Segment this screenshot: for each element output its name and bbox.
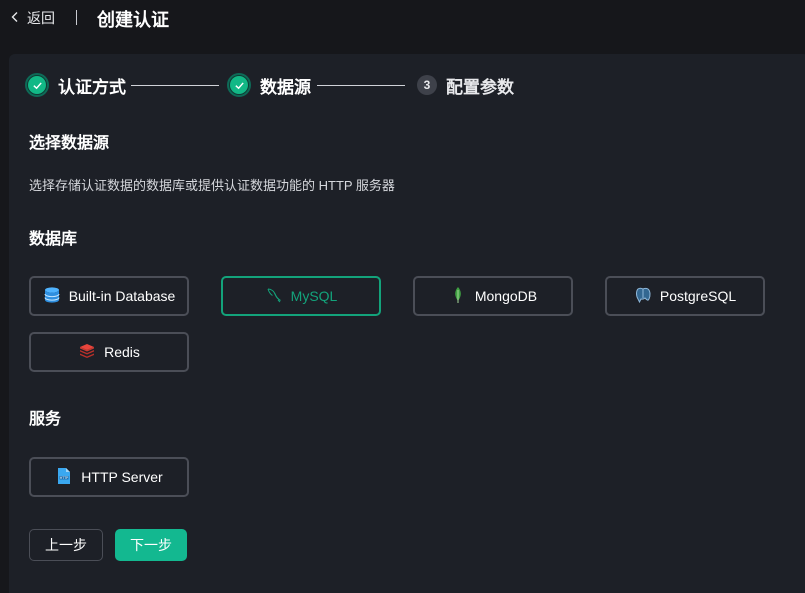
stepper: 认证方式 数据源 3 配置参数: [9, 54, 805, 118]
step-label: 数据源: [260, 77, 311, 97]
mysql-dolphin-icon: [265, 286, 283, 307]
card-label: MongoDB: [474, 288, 538, 304]
header-divider: [76, 10, 77, 25]
card-label: PostgreSQL: [659, 288, 737, 304]
postgresql-elephant-icon: [634, 286, 652, 307]
top-bar: 返回 创建认证: [0, 0, 805, 38]
datasource-builtin-database[interactable]: Built-in Database: [29, 276, 189, 316]
step-label: 配置参数: [446, 77, 514, 97]
database-icon: [43, 286, 61, 307]
mongodb-leaf-icon: [449, 286, 467, 307]
datasource-mysql[interactable]: MySQL: [221, 276, 381, 316]
datasource-redis[interactable]: Redis: [29, 332, 189, 372]
section-title: 选择数据源: [29, 135, 110, 152]
datasource-postgresql[interactable]: PostgreSQL: [605, 276, 765, 316]
datasource-http-server[interactable]: HTTP HTTP Server: [29, 457, 189, 497]
prev-step-button[interactable]: 上一步: [29, 529, 103, 561]
main-panel: 认证方式 数据源 3 配置参数 选择数据源 选择存储认证数据的数据库或提供认证数…: [9, 54, 805, 593]
step-connector: [131, 85, 219, 86]
datasource-mongodb[interactable]: MongoDB: [413, 276, 573, 316]
step-connector: [317, 85, 405, 86]
step-auth-method: 认证方式: [25, 73, 126, 97]
card-label: HTTP Server: [81, 469, 163, 485]
check-icon: [25, 73, 49, 97]
service-heading: 服务: [29, 411, 62, 428]
http-file-icon: HTTP: [55, 467, 73, 488]
section-description: 选择存储认证数据的数据库或提供认证数据功能的 HTTP 服务器: [29, 178, 395, 193]
next-step-button[interactable]: 下一步: [115, 529, 187, 561]
step-number: 3: [417, 75, 437, 95]
chevron-left-icon: [9, 10, 21, 26]
back-button[interactable]: 返回: [9, 8, 55, 28]
step-label: 认证方式: [58, 77, 126, 97]
card-label: MySQL: [290, 288, 338, 304]
check-icon: [227, 73, 251, 97]
page-title: 创建认证: [97, 10, 169, 30]
step-config-params: 3 配置参数: [415, 73, 514, 97]
back-label: 返回: [27, 10, 55, 26]
card-label: Redis: [104, 344, 140, 360]
step-datasource: 数据源: [227, 73, 311, 97]
card-label: Built-in Database: [68, 288, 176, 304]
redis-cube-icon: [78, 342, 96, 363]
svg-text:HTTP: HTTP: [60, 475, 68, 479]
database-heading: 数据库: [29, 231, 78, 248]
